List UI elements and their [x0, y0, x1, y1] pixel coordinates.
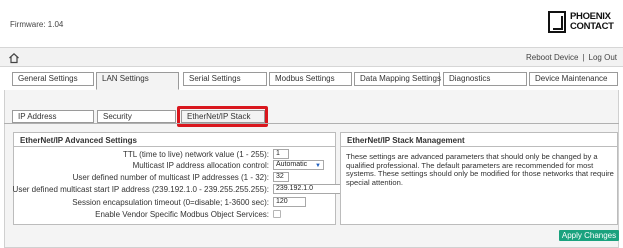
multicast-allocation-value: Automatic: [276, 161, 308, 168]
vendor-modbus-row: Enable Vendor Specific Modbus Object Ser…: [14, 209, 339, 220]
tab-modbus-settings[interactable]: Modbus Settings: [269, 72, 352, 86]
stack-management-title: EtherNet/IP Stack Management: [347, 136, 465, 145]
ttl-row: TTL (time to live) network value (1 - 25…: [14, 149, 339, 160]
advanced-settings-panel: EtherNet/IP Advanced Settings TTL (time …: [12, 132, 343, 225]
main-tabs: General Settings LAN Settings Serial Set…: [0, 68, 623, 90]
subtab-ip-address[interactable]: IP Address: [12, 110, 94, 123]
session-timeout-input[interactable]: 120: [273, 197, 306, 207]
panel-divider: [14, 146, 335, 147]
session-timeout-row: Session encapsulation timeout (0=disable…: [14, 197, 339, 208]
tab-diagnostics[interactable]: Diagnostics: [443, 72, 527, 86]
home-icon[interactable]: [8, 52, 20, 64]
tab-data-mapping-settings[interactable]: Data Mapping Settings: [354, 72, 441, 86]
apply-changes-button[interactable]: Apply Changes: [559, 230, 619, 241]
stack-management-panel: EtherNet/IP Stack Management These setti…: [340, 132, 618, 225]
logo-mark-icon: [548, 11, 566, 33]
phoenix-contact-logo: PHOENIX CONTACT: [548, 11, 620, 33]
subtab-security[interactable]: Security: [97, 110, 176, 123]
tab-lan-settings[interactable]: LAN Settings: [96, 72, 179, 90]
navigation-bar: Reboot Device | Log Out: [0, 47, 623, 67]
header: Firmware: 1.04 PHOENIX CONTACT: [0, 0, 623, 45]
session-timeout-label: Session encapsulation timeout (0=disable…: [72, 198, 269, 207]
nav-separator: |: [582, 53, 585, 62]
chevron-down-icon: ▼: [315, 163, 321, 169]
multicast-allocation-select[interactable]: Automatic ▼: [273, 160, 324, 170]
multicast-allocation-row: Multicast IP address allocation control:…: [14, 160, 339, 171]
multicast-count-label: User defined number of multicast IP addr…: [72, 173, 269, 182]
logout-link[interactable]: Log Out: [589, 53, 617, 62]
tab-device-maintenance[interactable]: Device Maintenance: [529, 72, 618, 86]
multicast-count-input[interactable]: 32: [273, 172, 289, 182]
logo-line-2: CONTACT: [570, 21, 614, 32]
vendor-modbus-checkbox[interactable]: [273, 210, 281, 218]
subtab-divider: [4, 123, 619, 124]
multicast-start-row: User defined multicast start IP address …: [12, 184, 343, 195]
panel-divider: [341, 146, 617, 147]
account-links: Reboot Device | Log Out: [526, 53, 617, 62]
ttl-input[interactable]: 1: [273, 149, 289, 159]
firmware-version: Firmware: 1.04: [10, 20, 64, 29]
ttl-label: TTL (time to live) network value (1 - 25…: [123, 150, 269, 159]
advanced-settings-title: EtherNet/IP Advanced Settings: [20, 136, 137, 145]
multicast-start-label: User defined multicast start IP address …: [12, 185, 269, 194]
multicast-allocation-label: Multicast IP address allocation control:: [132, 161, 269, 170]
stack-management-description: These settings are advanced parameters t…: [346, 152, 614, 187]
vendor-modbus-label: Enable Vendor Specific Modbus Object Ser…: [95, 210, 269, 219]
tab-general-settings[interactable]: General Settings: [12, 72, 94, 86]
reboot-device-link[interactable]: Reboot Device: [526, 53, 578, 62]
tab-serial-settings[interactable]: Serial Settings: [183, 72, 267, 86]
multicast-start-input[interactable]: 239.192.1.0: [273, 184, 343, 194]
multicast-count-row: User defined number of multicast IP addr…: [14, 172, 339, 183]
